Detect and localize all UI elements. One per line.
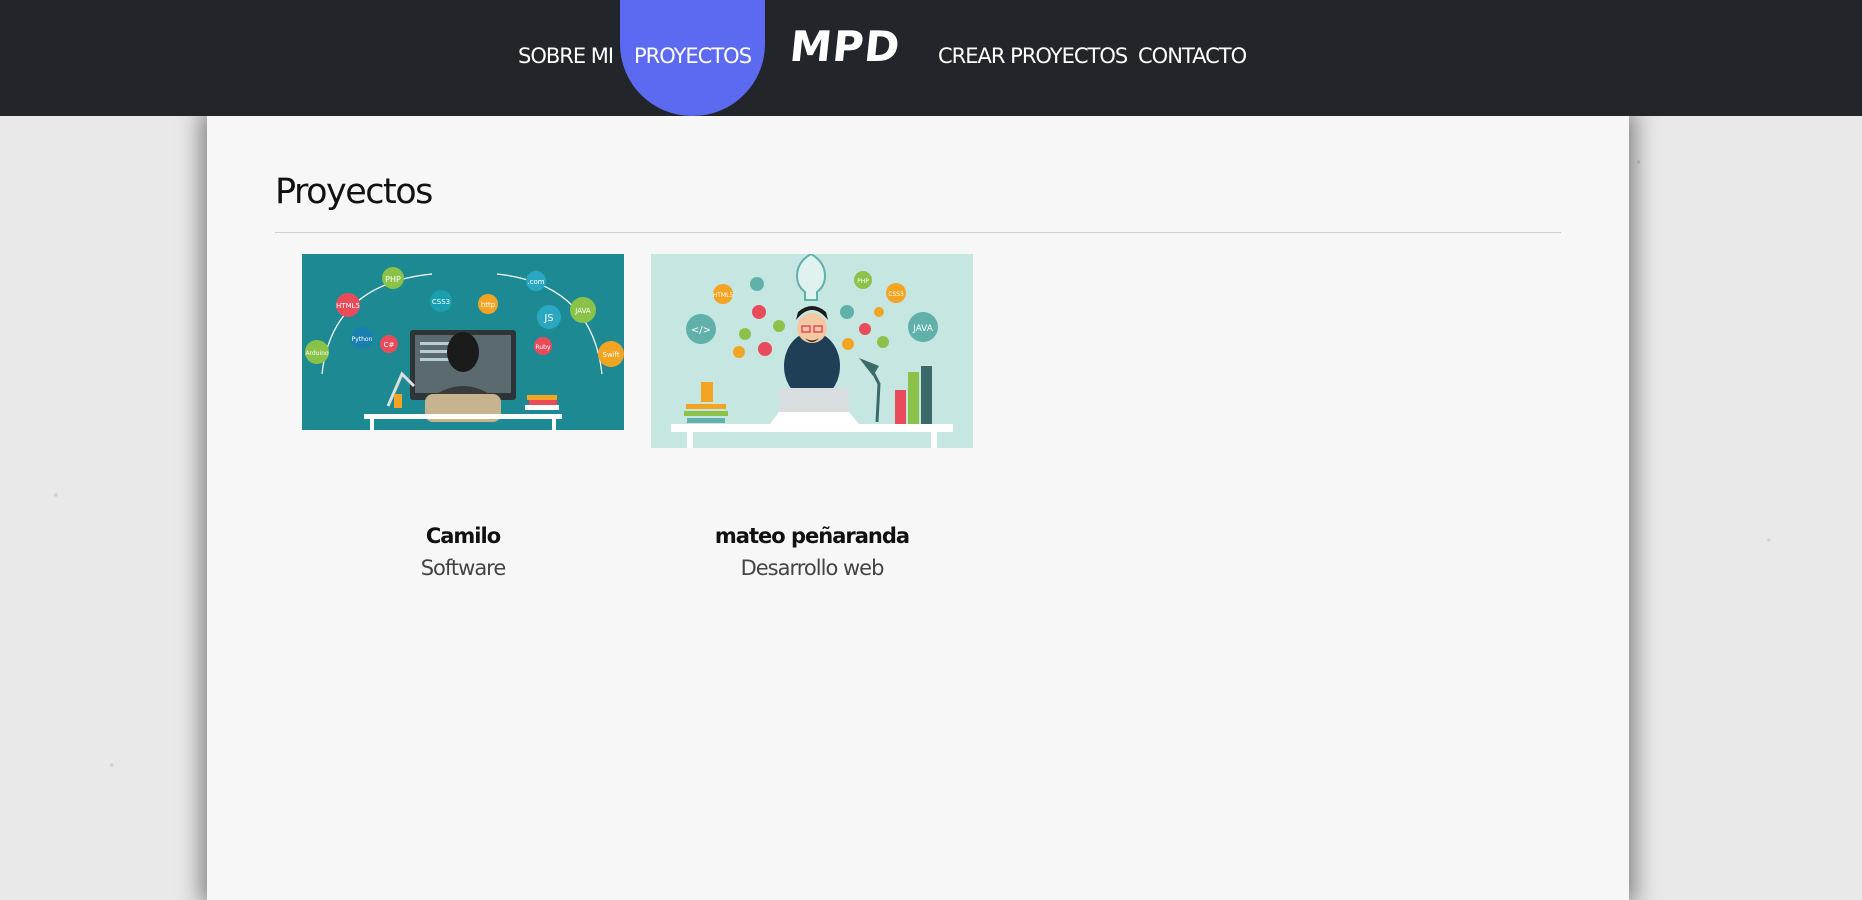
tag-csharp: C#	[384, 341, 395, 349]
project-category: Desarrollo web	[740, 556, 885, 580]
tag-code: </>	[691, 325, 711, 336]
tag-swift: Swift	[602, 351, 619, 359]
project-card[interactable]: HTML5 PHP CSS3 JAVA </> mateo peñaranda …	[651, 254, 973, 580]
project-thumbnail-image[interactable]: HTML5 PHP CSS3 JAVA </>	[651, 254, 973, 448]
tag-css3: CSS3	[432, 298, 450, 306]
tag-com: .com	[527, 278, 544, 286]
nav-crear-proyectos[interactable]: CREAR PROYECTOS	[938, 0, 1128, 116]
tag-ruby: Ruby	[535, 344, 551, 351]
project-category: Software	[420, 556, 507, 580]
tag-js: JS	[543, 313, 553, 324]
tag-html5: HTML5	[336, 302, 360, 310]
project-owner-name: Camilo	[425, 524, 501, 548]
tag-html5: HTML5	[713, 292, 734, 299]
content-sheet: Proyectos PHP HTML5 CSS3 http .com JS JA…	[207, 116, 1629, 900]
tag-php: PHP	[857, 278, 869, 285]
project-thumbnail-image[interactable]: PHP HTML5 CSS3 http .com JS JAVA Ruby Py…	[302, 254, 624, 430]
title-divider	[275, 232, 1561, 233]
nav-contacto[interactable]: CONTACTO	[1138, 0, 1247, 116]
tag-php: PHP	[385, 275, 401, 284]
tag-css3: CSS3	[888, 291, 904, 298]
nav-sobre-mi[interactable]: SOBRE MI	[518, 0, 614, 116]
top-navbar: SOBRE MI PROYECTOS MPD CREAR PROYECTOS C…	[0, 0, 1862, 116]
tag-http: http	[481, 301, 496, 309]
nav-proyectos[interactable]: PROYECTOS	[620, 0, 765, 116]
tag-arduino: Arduino	[305, 350, 329, 357]
project-owner-name: mateo peñaranda	[714, 524, 910, 548]
tag-java: JAVA	[574, 307, 591, 315]
tag-java: JAVA	[912, 324, 934, 334]
tag-python: Python	[352, 336, 373, 343]
project-card[interactable]: PHP HTML5 CSS3 http .com JS JAVA Ruby Py…	[302, 254, 624, 580]
page-title: Proyectos	[275, 172, 433, 212]
site-logo[interactable]: MPD	[787, 22, 903, 71]
